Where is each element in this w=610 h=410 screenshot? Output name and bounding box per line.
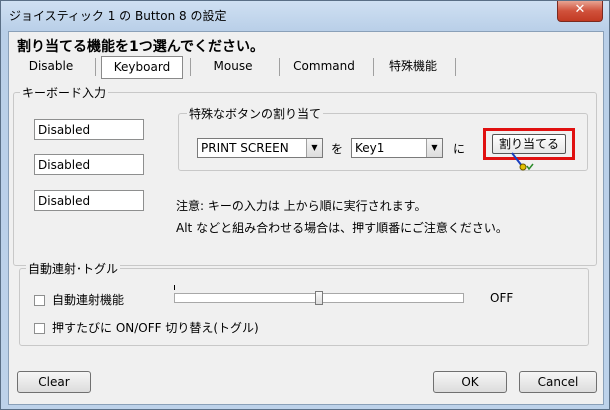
instruction-heading: 割り当てる機能を1つ選んでください。 (17, 39, 265, 55)
tab-disable[interactable]: Disable (23, 56, 79, 77)
special-key-value: PRINT SCREEN (201, 141, 289, 155)
target-key-select[interactable]: Key1 ▼ (351, 138, 443, 158)
tab-divider (455, 58, 456, 76)
key-field-2[interactable]: Disabled (34, 154, 144, 175)
target-key-value: Key1 (355, 141, 385, 155)
key-field-3[interactable]: Disabled (34, 190, 144, 211)
note-line-2: Alt などと組み合わせる場合は、押す順番にご注意ください。 (176, 221, 508, 235)
tab-mouse[interactable]: Mouse (203, 56, 263, 77)
close-icon: ✕ (574, 2, 586, 17)
cancel-button[interactable]: Cancel (519, 371, 597, 393)
tab-special[interactable]: 特殊機能 (381, 56, 445, 77)
toggle-checkbox[interactable] (34, 323, 45, 334)
key-field-1[interactable]: Disabled (34, 119, 144, 140)
tab-divider (95, 58, 96, 76)
title-bar[interactable]: ジョイスティック 1 の Button 8 の設定 ✕ (1, 1, 609, 31)
chevron-down-icon[interactable]: ▼ (426, 139, 442, 157)
wo-particle: を (331, 142, 344, 156)
tab-strip: Disable Keyboard Mouse Command 特殊機能 (15, 56, 475, 79)
slider-tick (174, 285, 175, 290)
tab-divider (373, 58, 374, 76)
auto-group-label: 自動連射･トグル (26, 260, 121, 277)
ok-button[interactable]: OK (433, 371, 507, 393)
close-button[interactable]: ✕ (557, 1, 603, 22)
auto-fire-label: 自動連射機能 (52, 293, 125, 307)
tab-divider (279, 58, 280, 76)
chevron-down-icon[interactable]: ▼ (306, 139, 322, 157)
auto-fire-slider-thumb[interactable] (315, 291, 323, 305)
keyboard-group-label: キーボード入力 (20, 84, 109, 101)
note-line-1: 注意: キーの入力は 上から順に実行されます。 (176, 199, 427, 213)
tab-divider (190, 58, 191, 76)
slider-value-text: OFF (490, 291, 514, 305)
dialog-body: 割り当てる機能を1つ選んでください。 Disable Keyboard Mous… (8, 31, 604, 405)
tab-keyboard[interactable]: Keyboard (101, 56, 183, 79)
special-key-select[interactable]: PRINT SCREEN ▼ (197, 138, 323, 158)
clear-button[interactable]: Clear (17, 371, 91, 393)
pointer-cursor-icon (511, 152, 534, 171)
toggle-label: 押すたびに ON/OFF 切り替え(トグル) (52, 321, 259, 335)
auto-toggle-group: 自動連射･トグル 自動連射機能 OFF 押すたびに ON/OFF 切り替え(トグ… (19, 260, 589, 346)
keyboard-input-group: キーボード入力 Disabled Disabled Disabled 特殊なボタ… (13, 84, 597, 266)
auto-fire-checkbox[interactable] (34, 295, 45, 306)
ni-particle: に (453, 142, 466, 156)
window-title: ジョイスティック 1 の Button 8 の設定 (9, 9, 227, 23)
dialog-window: ジョイスティック 1 の Button 8 の設定 ✕ 割り当てる機能を1つ選ん… (0, 0, 610, 410)
special-group-label: 特殊なボタンの割り当て (187, 105, 324, 122)
tab-command[interactable]: Command (289, 56, 359, 77)
